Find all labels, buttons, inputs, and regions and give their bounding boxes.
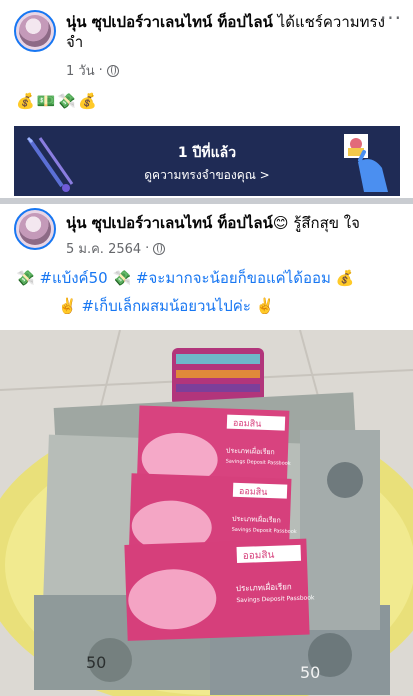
passbook-type: ประเภทเผื่อเรียก	[232, 514, 281, 525]
meta-separator: ·	[145, 241, 150, 256]
savings-passbooks-photo: 50 50 ออมสิน ประเภทเผื่อเรียก Savings De…	[0, 330, 413, 696]
original-author-name[interactable]: นุ่น ซุปเปอร์วาเลนไทน์ ท็อปไลน์😊	[66, 214, 289, 232]
original-post-title: นุ่น ซุปเปอร์วาเลนไทน์ ท็อปไลน์😊 รู้สึกส…	[66, 213, 396, 233]
hashtag-collect-small[interactable]: #เก็บเล็กผสมน้อยวนไปค่ะ	[81, 297, 250, 315]
post-text-line-1: 💸 #แบ้งค์50 💸 #จะมากจะน้อยก็ขอแค่ได้ออม …	[16, 266, 354, 290]
banknote-value-label: 50	[300, 663, 320, 682]
public-globe-icon	[153, 242, 166, 255]
memory-banner[interactable]: 1 ปีที่แล้ว ดูความทรงจำของคุณ >	[14, 126, 400, 196]
victory-hand-emoji: ✌️	[58, 297, 82, 315]
money-bag-emoji: 💰	[335, 269, 355, 287]
hashtag-saving[interactable]: #จะมากจะน้อยก็ขอแค่ได้ออม	[136, 269, 331, 287]
author-avatar[interactable]	[14, 10, 56, 52]
passbook-type: ประเภทเผื่อเรียก	[226, 446, 275, 457]
banknote-value-label: 50	[86, 653, 106, 672]
passbook-brand: ออมสิน	[239, 486, 268, 498]
shared-memory-post-header: นุ่น ซุปเปอร์วาเลนไทน์ ท็อปไลน์ ได้แชร์ค…	[0, 0, 413, 120]
post-emoji-text: 💰💵💸💰	[16, 92, 99, 110]
post-meta: 1 วัน ·	[66, 60, 119, 81]
hashtag-bank50[interactable]: #แบ้งค์50	[39, 269, 107, 287]
post-time[interactable]: 1 วัน	[66, 60, 95, 81]
post-text-line-2: ✌️ #เก็บเล็กผสมน้อยวนไปค่ะ ✌️	[58, 294, 274, 318]
original-post-date[interactable]: 5 ม.ค. 2564	[66, 238, 141, 259]
original-post-meta: 5 ม.ค. 2564 ·	[66, 238, 166, 259]
post-title-line: นุ่น ซุปเปอร์วาเลนไทน์ ท็อปไลน์ ได้แชร์ค…	[66, 12, 396, 52]
author-name[interactable]: นุ่น ซุปเปอร์วาเลนไทน์ ท็อปไลน์	[66, 13, 273, 31]
victory-hand-emoji: ✌️	[255, 297, 275, 315]
original-author-avatar[interactable]	[14, 208, 56, 250]
feeling-text: รู้สึกสุข ใจ	[293, 214, 360, 232]
public-globe-icon	[106, 64, 119, 77]
post-photo[interactable]: 50 50 ออมสิน ประเภทเผื่อเรียก Savings De…	[0, 330, 413, 696]
money-wings-emoji: 💸	[112, 269, 132, 287]
money-wings-emoji: 💸	[16, 269, 35, 287]
hand-holding-photo-icon	[344, 134, 388, 192]
passbook-brand: ออมสิน	[243, 550, 275, 562]
section-divider	[0, 198, 413, 204]
meta-separator: ·	[98, 63, 103, 78]
more-options-button[interactable]: ···	[377, 8, 405, 32]
passbook-brand: ออมสิน	[233, 418, 262, 430]
